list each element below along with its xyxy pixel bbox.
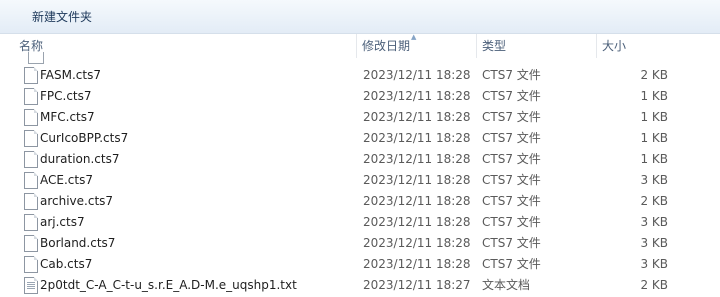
file-size: 1 KB bbox=[640, 131, 668, 145]
file-icon bbox=[24, 67, 38, 84]
file-date: 2023/12/11 18:27 bbox=[363, 278, 471, 292]
file-date: 2023/12/11 18:28 bbox=[363, 131, 471, 145]
file-date: 2023/12/11 18:28 bbox=[363, 257, 471, 271]
file-row[interactable]: Borland.cts7 2023/12/11 18:28 CTS7 文件 3 KB bbox=[0, 233, 720, 254]
file-name: duration.cts7 bbox=[40, 152, 120, 166]
file-type: CTS7 文件 bbox=[482, 173, 541, 187]
file-date: 2023/12/11 18:28 bbox=[363, 194, 471, 208]
file-name: ACE.cts7 bbox=[40, 173, 93, 187]
file-type: CTS7 文件 bbox=[482, 68, 541, 82]
file-icon bbox=[24, 235, 38, 252]
file-size: 1 KB bbox=[640, 89, 668, 103]
column-header-type[interactable]: 类型 bbox=[476, 34, 594, 58]
toolbar: 新建文件夹 bbox=[0, 0, 720, 34]
column-header-size[interactable]: 大小 bbox=[596, 34, 676, 58]
file-date: 2023/12/11 18:28 bbox=[363, 68, 471, 82]
text-file-icon bbox=[24, 277, 38, 294]
file-type: CTS7 文件 bbox=[482, 215, 541, 229]
file-row[interactable]: FPC.cts7 2023/12/11 18:28 CTS7 文件 1 KB bbox=[0, 86, 720, 107]
file-size: 3 KB bbox=[640, 236, 668, 250]
file-icon bbox=[24, 256, 38, 273]
file-size: 2 KB bbox=[640, 194, 668, 208]
file-date: 2023/12/11 18:28 bbox=[363, 236, 471, 250]
file-size: 3 KB bbox=[640, 215, 668, 229]
file-icon bbox=[24, 88, 38, 105]
file-row[interactable]: MFC.cts7 2023/12/11 18:28 CTS7 文件 1 KB bbox=[0, 107, 720, 128]
file-list: FASM.cts7 2023/12/11 18:28 CTS7 文件 2 KB FPC.… bbox=[0, 52, 720, 297]
file-name: Cab.cts7 bbox=[40, 257, 93, 271]
file-type: CTS7 文件 bbox=[482, 110, 541, 124]
file-date: 2023/12/11 18:28 bbox=[363, 89, 471, 103]
file-date: 2023/12/11 18:28 bbox=[363, 152, 471, 166]
file-size: 3 KB bbox=[640, 173, 668, 187]
file-type: CTS7 文件 bbox=[482, 131, 541, 145]
file-type: CTS7 文件 bbox=[482, 257, 541, 271]
file-icon bbox=[24, 172, 38, 189]
file-row[interactable]: 2p0tdt_C-A_C-t-u_s.r.E_A.D-M.e_uqshp1.tx… bbox=[0, 275, 720, 296]
file-type: CTS7 文件 bbox=[482, 194, 541, 208]
file-row[interactable]: Cab.cts7 2023/12/11 18:28 CTS7 文件 3 KB bbox=[0, 254, 720, 275]
file-row[interactable]: ACE.cts7 2023/12/11 18:28 CTS7 文件 3 KB bbox=[0, 170, 720, 191]
file-name: FPC.cts7 bbox=[40, 89, 92, 103]
file-date: 2023/12/11 18:28 bbox=[363, 173, 471, 187]
file-date: 2023/12/11 18:28 bbox=[363, 215, 471, 229]
file-row[interactable]: arj.cts7 2023/12/11 18:28 CTS7 文件 3 KB bbox=[0, 212, 720, 233]
file-name: archive.cts7 bbox=[40, 194, 114, 208]
file-name: 2p0tdt_C-A_C-t-u_s.r.E_A.D-M.e_uqshp1.tx… bbox=[40, 278, 297, 292]
file-size: 2 KB bbox=[640, 68, 668, 82]
file-icon bbox=[24, 151, 38, 168]
file-name: MFC.cts7 bbox=[40, 110, 95, 124]
new-folder-button[interactable]: 新建文件夹 bbox=[24, 7, 100, 27]
sort-ascending-icon: ▲ bbox=[411, 33, 417, 41]
file-row[interactable]: archive.cts7 2023/12/11 18:28 CTS7 文件 2 KB bbox=[0, 191, 720, 212]
file-size: 1 KB bbox=[640, 110, 668, 124]
file-type: CTS7 文件 bbox=[482, 152, 541, 166]
file-name: arj.cts7 bbox=[40, 215, 85, 229]
file-icon bbox=[24, 130, 38, 147]
file-row[interactable]: duration.cts7 2023/12/11 18:28 CTS7 文件 1 KB bbox=[0, 149, 720, 170]
file-name: CurIcoBPP.cts7 bbox=[40, 131, 129, 145]
file-size: 2 KB bbox=[640, 278, 668, 292]
file-name: Borland.cts7 bbox=[40, 236, 116, 250]
file-size: 1 KB bbox=[640, 152, 668, 166]
column-header-name[interactable]: 名称 bbox=[14, 34, 354, 58]
file-type: CTS7 文件 bbox=[482, 89, 541, 103]
file-icon bbox=[24, 109, 38, 126]
file-row[interactable]: FASM.cts7 2023/12/11 18:28 CTS7 文件 2 KB bbox=[0, 65, 720, 86]
file-type: 文本文档 bbox=[482, 278, 531, 292]
file-icon bbox=[24, 214, 38, 231]
file-size: 3 KB bbox=[640, 257, 668, 271]
file-row[interactable]: CurIcoBPP.cts7 2023/12/11 18:28 CTS7 文件 1 K… bbox=[0, 128, 720, 149]
file-icon bbox=[24, 193, 38, 210]
file-date: 2023/12/11 18:28 bbox=[363, 110, 471, 124]
file-type: CTS7 文件 bbox=[482, 236, 541, 250]
file-name: FASM.cts7 bbox=[40, 68, 101, 82]
file-icon bbox=[28, 52, 44, 64]
column-header-row: 名称 修改日期 ▲ 类型 大小 bbox=[0, 33, 720, 58]
